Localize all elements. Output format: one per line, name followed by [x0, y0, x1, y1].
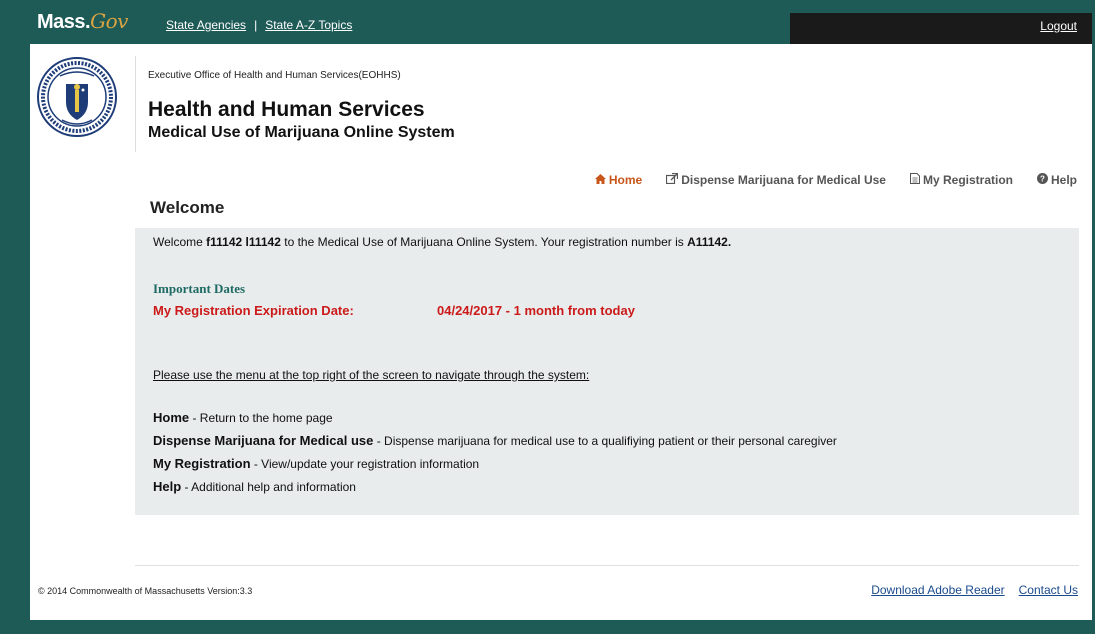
- top-bar: Mass.Gov State Agencies | State A-Z Topics…: [0, 0, 1095, 44]
- footer-divider: [135, 565, 1079, 566]
- help-item-home: Home - Return to the home page: [153, 410, 333, 425]
- agency-office: Executive Office of Health and Human Ser…: [148, 70, 401, 81]
- page-title: Welcome: [150, 198, 225, 217]
- mass-gov-logo[interactable]: Mass.Gov: [37, 9, 128, 34]
- expiration-value: 04/24/2017 - 1 month from today: [437, 303, 635, 318]
- registration-number: A11142.: [687, 235, 732, 249]
- footer-links: Download Adobe Reader Contact Us: [857, 583, 1078, 597]
- nav-help-label: Help: [1050, 173, 1077, 187]
- welcome-prefix: Welcome: [153, 235, 207, 249]
- external-link-icon: [666, 172, 679, 187]
- important-dates-title: Important Dates: [153, 281, 246, 296]
- site-title: Health and Human Services: [148, 98, 425, 121]
- instruction-text: Please use the menu at the top right of …: [153, 368, 590, 382]
- user-bar: Logout: [790, 13, 1092, 44]
- help-desc: - Return to the home page: [189, 411, 333, 425]
- copyright: © 2014 Commonwealth of Massachusetts Ver…: [38, 586, 253, 596]
- nav-dispense[interactable]: Dispense Marijuana for Medical Use: [666, 172, 886, 187]
- help-term: Help: [153, 479, 182, 494]
- logout-link[interactable]: Logout: [1040, 19, 1077, 33]
- welcome-content: Welcome f11142 l11142 to the Medical Use…: [135, 228, 1079, 515]
- massachusetts-seal-icon: [37, 57, 117, 137]
- home-icon: [594, 173, 606, 187]
- expiration-label: My Registration Expiration Date:: [153, 303, 354, 318]
- welcome-message: Welcome f11142 l11142 to the Medical Use…: [153, 235, 731, 249]
- site-subtitle: Medical Use of Marijuana Online System: [148, 124, 455, 141]
- main-panel: Executive Office of Health and Human Ser…: [30, 44, 1092, 620]
- state-agencies-link[interactable]: State Agencies: [166, 18, 246, 32]
- help-desc: - Dispense marijuana for medical use to …: [373, 434, 837, 448]
- logo-gov-text: Gov: [90, 9, 128, 33]
- state-az-topics-link[interactable]: State A-Z Topics: [265, 18, 352, 32]
- nav-my-registration[interactable]: My Registration: [909, 173, 1013, 187]
- welcome-middle: to the Medical Use of Marijuana Online S…: [280, 235, 688, 249]
- nav-dispense-label: Dispense Marijuana for Medical Use: [681, 173, 886, 187]
- nav-my-registration-label: My Registration: [922, 173, 1013, 187]
- main-nav: Home Dispense Marijuana for Medical Use …: [594, 172, 1077, 187]
- help-desc: - Additional help and information: [181, 480, 356, 494]
- navigation-instruction: Please use the menu at the top right of …: [153, 368, 589, 382]
- nav-help[interactable]: ? Help: [1036, 173, 1077, 187]
- link-separator: |: [254, 18, 258, 32]
- help-item-registration: My Registration - View/update your regis…: [153, 456, 479, 471]
- nav-home-label: Home: [608, 173, 643, 187]
- help-item-dispense: Dispense Marijuana for Medical use - Dis…: [153, 433, 837, 448]
- header-divider: [135, 56, 136, 152]
- user-name: f11142 l11142: [206, 235, 281, 249]
- help-term: My Registration: [153, 456, 251, 471]
- download-adobe-reader-link[interactable]: Download Adobe Reader: [871, 583, 1004, 597]
- top-links: State Agencies | State A-Z Topics: [166, 18, 352, 32]
- help-term: Dispense Marijuana for Medical use: [153, 433, 374, 448]
- help-item-help: Help - Additional help and information: [153, 479, 356, 494]
- logo-text: Mass.: [37, 11, 91, 33]
- contact-us-link[interactable]: Contact Us: [1019, 583, 1078, 597]
- document-icon: [909, 173, 920, 187]
- svg-text:?: ?: [1040, 175, 1045, 184]
- nav-home[interactable]: Home: [594, 173, 643, 187]
- help-term: Home: [153, 410, 190, 425]
- help-icon: ?: [1036, 173, 1048, 187]
- help-desc: - View/update your registration informat…: [250, 457, 480, 471]
